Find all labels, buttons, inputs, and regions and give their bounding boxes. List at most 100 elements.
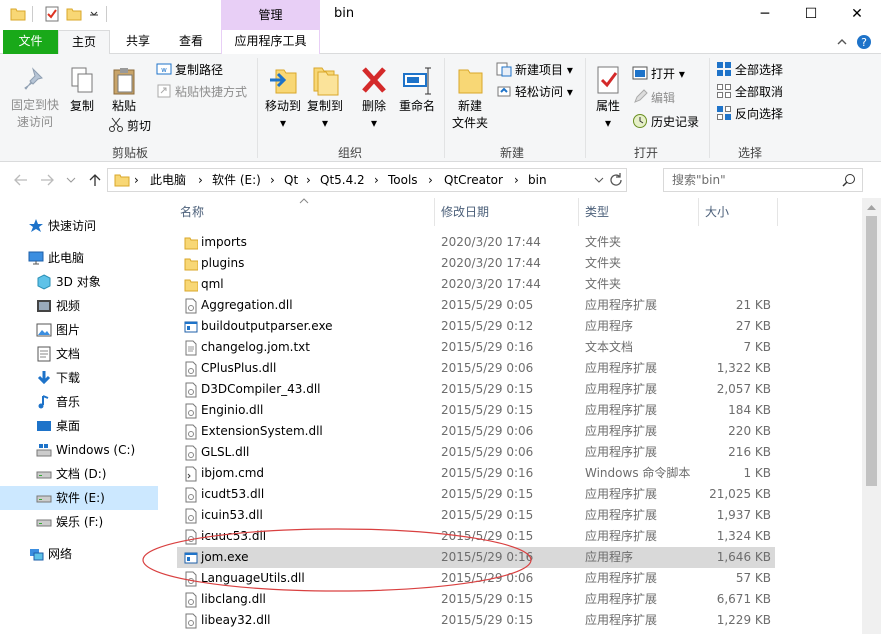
column-header-type[interactable]: 类型 [585, 198, 685, 226]
minimize-button[interactable]: ─ [742, 0, 788, 30]
breadcrumb-this-pc[interactable]: 此电脑 [150, 169, 186, 191]
tab-share[interactable]: 共享 [114, 30, 162, 54]
file-row[interactable]: ExtensionSystem.dll 2015/5/29 0:06 应用程序扩展 2… [177, 421, 775, 442]
file-type: 应用程序扩展 [585, 487, 658, 501]
file-row[interactable]: libeay32.dll 2015/5/29 0:15 应用程序扩展 1,229 KB [177, 610, 775, 631]
file-date: 2015/5/29 0:06 [441, 361, 534, 375]
nav-drive-c[interactable]: Windows (C:) [0, 438, 158, 462]
file-row[interactable]: plugins 2020/3/20 17:44 文件夹 [177, 253, 775, 274]
back-arrow-icon[interactable] [14, 174, 28, 186]
breadcrumb-qtcreator[interactable]: QtCreator [444, 169, 503, 191]
nav-music[interactable]: 音乐 [0, 390, 158, 414]
copy-button[interactable]: 复制 [64, 66, 100, 115]
tab-view[interactable]: 查看 [166, 30, 216, 54]
new-folder-button[interactable]: 新建 文件夹 [448, 64, 492, 132]
nav-pictures[interactable]: 图片 [0, 318, 158, 342]
nav-this-pc[interactable]: 此电脑 [0, 246, 158, 270]
scroll-up-icon[interactable] [867, 204, 876, 210]
column-header-date[interactable]: 修改日期 [441, 198, 571, 226]
breadcrumb-tools[interactable]: Tools [388, 169, 418, 191]
nav-downloads[interactable]: 下载 [0, 366, 158, 390]
file-row[interactable]: icuin53.dll 2015/5/29 0:15 应用程序扩展 1,937 KB [177, 505, 775, 526]
breadcrumb-drive-e[interactable]: 软件 (E:) [212, 169, 261, 191]
file-row[interactable]: buildoutputparser.exe 2015/5/29 0:12 应用程序 2… [177, 316, 775, 337]
breadcrumb-bin[interactable]: bin [528, 169, 547, 191]
move-to-icon [270, 69, 297, 94]
tab-home[interactable]: 主页 [58, 30, 110, 55]
cut-button[interactable]: 剪切 [108, 115, 151, 137]
file-row[interactable]: D3DCompiler_43.dll 2015/5/29 0:15 应用程序扩展 2,… [177, 379, 775, 400]
tab-file[interactable]: 文件 [3, 30, 58, 54]
move-to-button[interactable]: 移动到 ▾ [262, 64, 304, 132]
file-row[interactable]: changelog.jom.txt 2015/5/29 0:16 文本文档 7 KB [177, 337, 775, 358]
edit-button[interactable]: 编辑 [632, 87, 675, 109]
column-header-size[interactable]: 大小 [705, 198, 765, 226]
scroll-thumb[interactable] [866, 216, 877, 486]
folder-icon [184, 237, 198, 250]
open-button[interactable]: 打开 ▾ [632, 63, 685, 85]
nav-drive-d[interactable]: 文档 (D:) [0, 462, 158, 486]
drive-icon [36, 495, 52, 503]
close-button[interactable]: ✕ [834, 0, 880, 30]
recent-dropdown-icon[interactable] [66, 176, 76, 184]
paste-shortcut-button[interactable]: 粘贴快捷方式 [156, 81, 247, 103]
vertical-scrollbar[interactable] [862, 198, 881, 634]
file-row[interactable]: Enginio.dll 2015/5/29 0:15 应用程序扩展 184 KB [177, 400, 775, 421]
address-dropdown-icon[interactable] [594, 177, 604, 184]
nav-documents[interactable]: 文档 [0, 342, 158, 366]
file-row[interactable]: CPlusPlus.dll 2015/5/29 0:06 应用程序扩展 1,322 K… [177, 358, 775, 379]
nav-drive-f[interactable]: 娱乐 (F:) [0, 510, 158, 534]
nav-network[interactable]: 网络 [0, 542, 158, 566]
file-row[interactable]: icudt53.dll 2015/5/29 0:15 应用程序扩展 21,025 KB [177, 484, 775, 505]
nav-desktop[interactable]: 桌面 [0, 414, 158, 438]
refresh-icon[interactable] [608, 172, 624, 188]
folder-icon [184, 279, 198, 292]
copy-to-button[interactable]: 复制到 ▾ [304, 64, 346, 132]
rename-button[interactable]: 重命名 [396, 64, 438, 115]
search-icon[interactable] [842, 173, 856, 187]
breadcrumb-qt[interactable]: Qt [284, 169, 298, 191]
file-row[interactable]: imports 2020/3/20 17:44 文件夹 [177, 232, 775, 253]
paste-button[interactable]: 粘贴 [104, 66, 144, 115]
select-none-button[interactable]: 全部取消 [716, 81, 783, 103]
new-folder-quick-icon[interactable] [66, 6, 82, 22]
new-item-button[interactable]: 新建项目 ▾ [496, 59, 573, 81]
picture-icon [36, 323, 52, 337]
nav-quick-access[interactable]: 快速访问 [0, 214, 158, 238]
up-arrow-icon[interactable] [88, 173, 102, 187]
history-button[interactable]: 历史记录 [632, 111, 699, 133]
forward-arrow-icon[interactable] [40, 174, 54, 186]
properties-quick-icon[interactable] [44, 6, 60, 22]
select-all-button[interactable]: 全部选择 [716, 59, 783, 81]
copy-path-button[interactable]: w 复制路径 [156, 59, 223, 81]
dll-file-icon [185, 445, 197, 461]
breadcrumb-qt542[interactable]: Qt5.4.2 [320, 169, 365, 191]
easy-access-icon [497, 86, 511, 97]
file-row[interactable]: Aggregation.dll 2015/5/29 0:05 应用程序扩展 21 KB [177, 295, 775, 316]
properties-button[interactable]: 属性 ▾ [588, 64, 628, 132]
delete-button[interactable]: 删除 ▾ [356, 64, 392, 132]
file-row[interactable]: qml 2020/3/20 17:44 文件夹 [177, 274, 775, 295]
nav-3d-objects[interactable]: 3D 对象 [0, 270, 158, 294]
address-bar[interactable]: › 此电脑 › 软件 (E:) › Qt › Qt5.4.2 › Tools ›… [107, 168, 627, 192]
search-input[interactable]: 搜索"bin" [663, 168, 863, 192]
copy-icon [71, 67, 93, 93]
tab-app-tools[interactable]: 应用程序工具 [221, 30, 320, 54]
file-row[interactable]: ibjom.cmd 2015/5/29 0:16 Windows 命令脚本 1 KB [177, 463, 775, 484]
collapse-ribbon-icon[interactable] [836, 36, 848, 48]
maximize-button[interactable]: ☐ [788, 0, 834, 30]
invert-selection-button[interactable]: 反向选择 [716, 103, 783, 125]
pin-quick-access-button[interactable]: 固定到快 速访问 [6, 66, 64, 131]
nav-videos[interactable]: 视频 [0, 294, 158, 318]
nav-drive-e[interactable]: 软件 (E:) [0, 486, 158, 510]
column-divider [698, 198, 699, 226]
select-none-icon [717, 84, 731, 98]
select-all-icon [717, 62, 731, 76]
file-type: 文本文档 [585, 340, 634, 354]
context-tab-manage[interactable]: 管理 [221, 0, 320, 30]
help-icon[interactable]: ? [856, 34, 872, 50]
quick-access-dropdown-icon[interactable] [86, 6, 102, 22]
file-row[interactable]: GLSL.dll 2015/5/29 0:06 应用程序扩展 216 KB [177, 442, 775, 463]
easy-access-button[interactable]: 轻松访问 ▾ [496, 81, 573, 103]
column-header-name[interactable]: 名称 [180, 198, 430, 226]
